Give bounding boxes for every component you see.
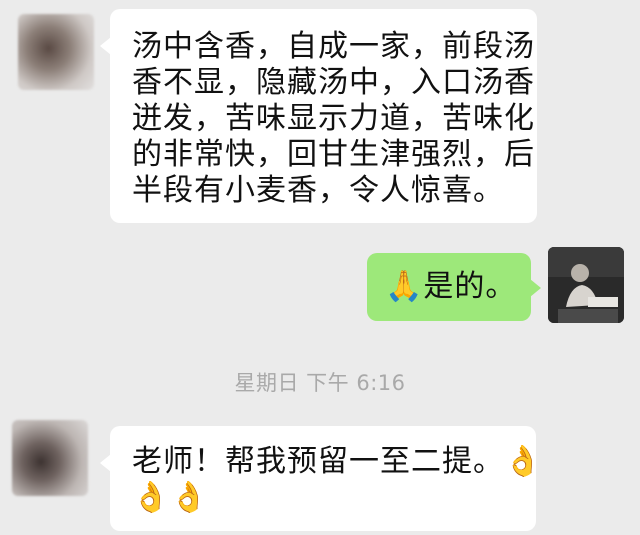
message-text-line: 迸发，苦味显示力道，苦味化 (132, 101, 535, 136)
contact-avatar[interactable] (18, 14, 94, 90)
outgoing-message-bubble[interactable]: 🙏是的。 (367, 253, 541, 321)
message-text-line: 老师！帮我预留一至二提。👌 (132, 444, 543, 479)
chat-timestamp: 星期日 下午 6:16 (234, 371, 406, 395)
incoming-message-bubble[interactable]: 汤中含香，自成一家，前段汤 香不显，隐藏汤中，入口汤香 迸发，苦味显示力道，苦味… (100, 9, 537, 223)
my-avatar[interactable] (548, 247, 624, 323)
incoming-message-bubble[interactable]: 老师！帮我预留一至二提。👌 👌👌 (100, 426, 543, 531)
message-text-line: 香不显，隐藏汤中，入口汤香 (132, 65, 535, 100)
contact-avatar[interactable] (12, 420, 88, 496)
message-text-line: 半段有小麦香，令人惊喜。 (132, 173, 504, 208)
message-text-line: 👌👌 (132, 480, 209, 515)
message-text: 🙏是的。 (385, 269, 517, 304)
message-text-line: 汤中含香，自成一家，前段汤 (132, 29, 535, 64)
message-text-line: 的非常快，回甘生津强烈，后 (132, 137, 535, 172)
user-photo-avatar-icon (548, 247, 624, 323)
